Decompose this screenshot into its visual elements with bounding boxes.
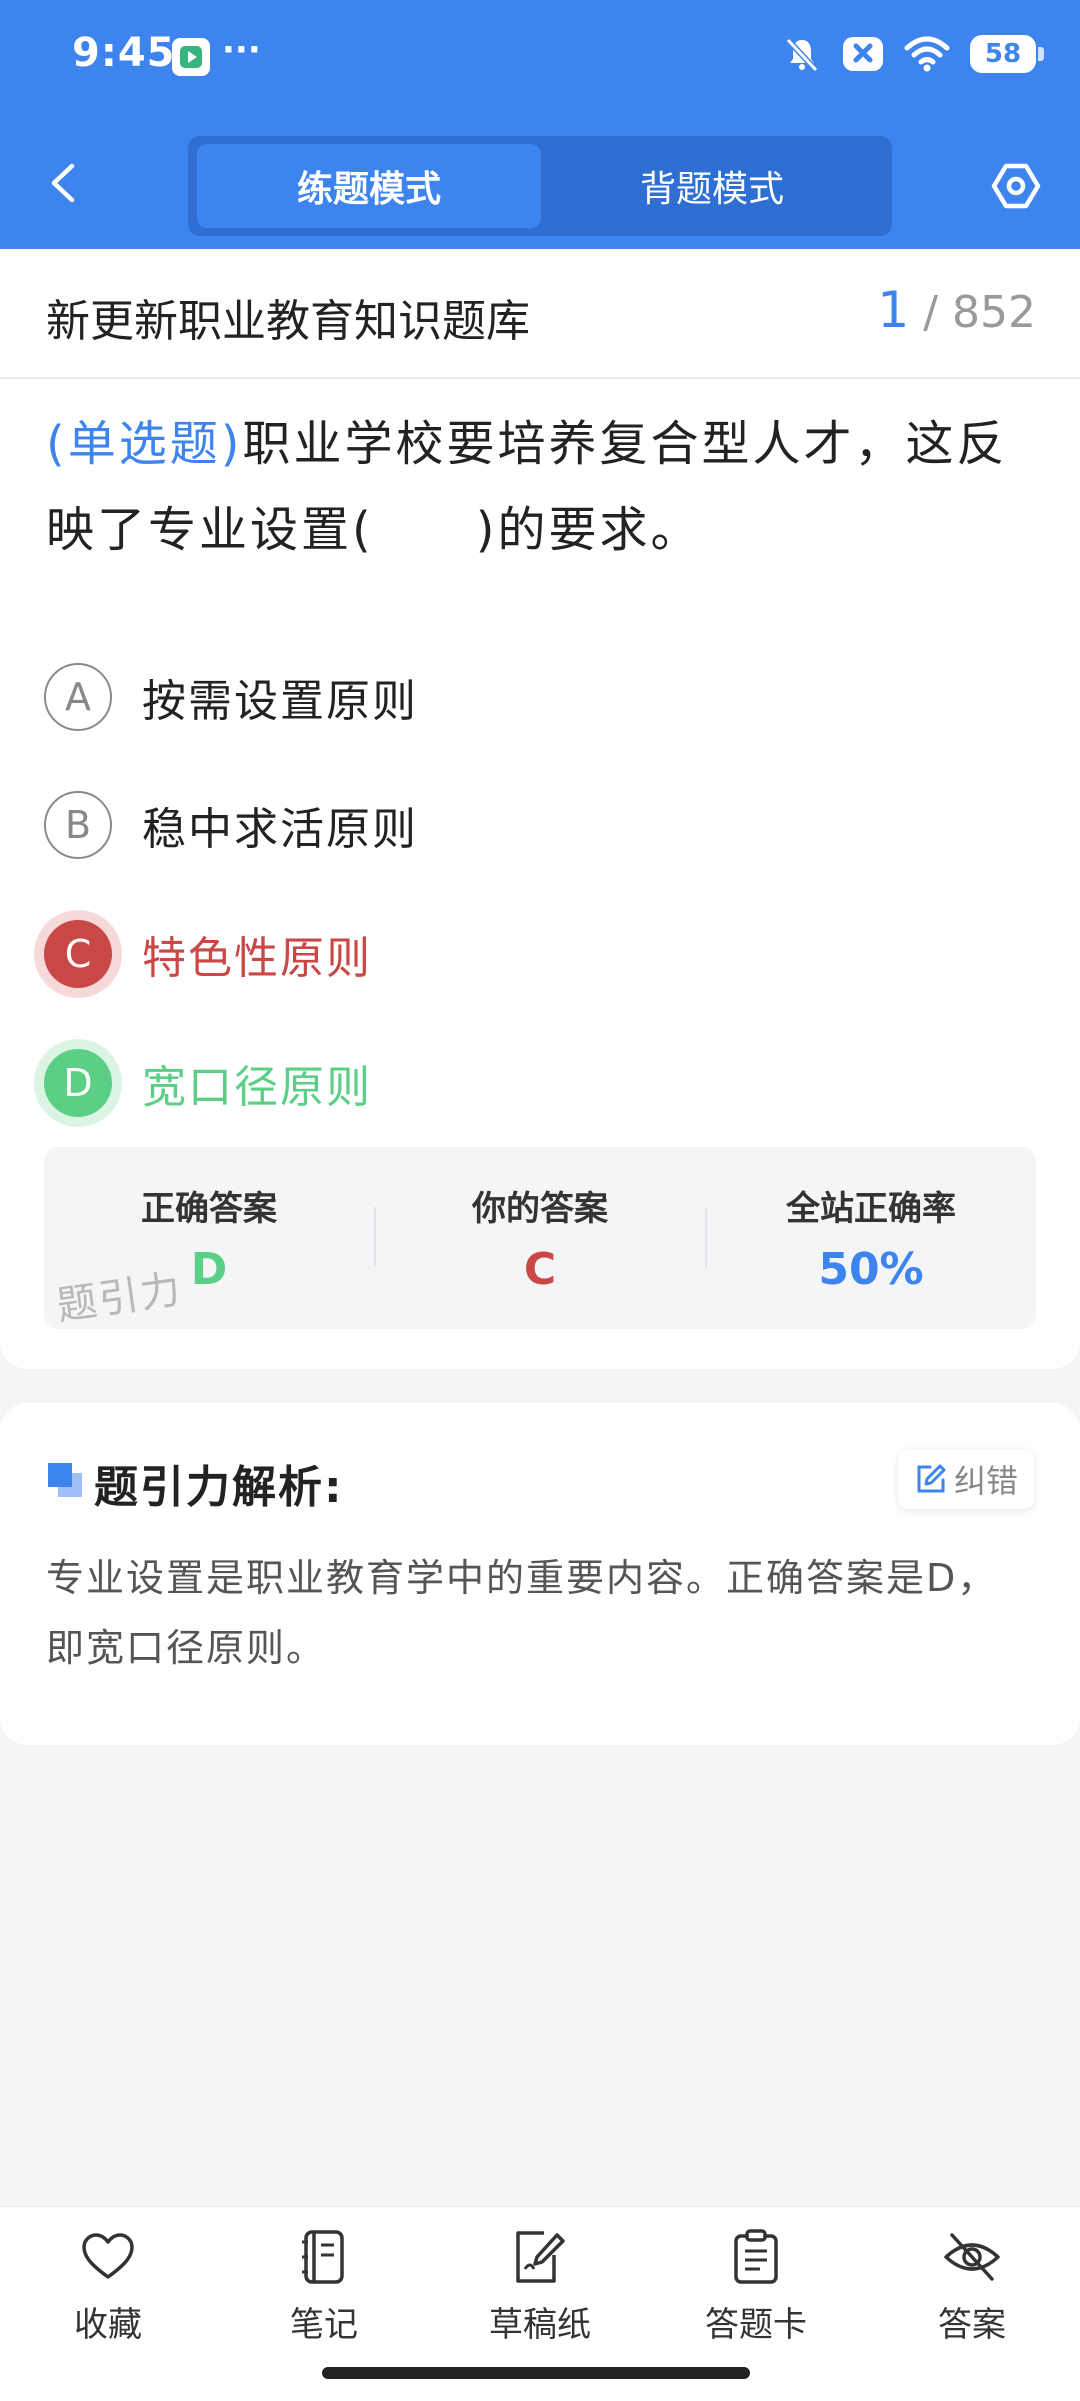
tab-practice-mode[interactable]: 练题模式	[197, 144, 541, 228]
answer-summary: 正确答案 D 你的答案 C 全站正确率 50% 题引力	[44, 1147, 1036, 1329]
draft-paper-label: 草稿纸	[489, 2305, 591, 2345]
show-answer-label: 答案	[938, 2305, 1006, 2345]
tab-recite-mode[interactable]: 背题模式	[540, 144, 884, 228]
option-letter: C	[44, 920, 112, 988]
option-text: 宽口径原则	[142, 1062, 372, 1113]
favorite-button[interactable]: 收藏	[28, 2227, 188, 2346]
mute-bell-icon	[785, 37, 819, 73]
analysis-body: 专业设置是职业教育学中的重要内容。正确答案是D，即宽口径原则。	[46, 1556, 998, 1670]
app-notification-icon	[172, 38, 210, 76]
your-answer-label: 你的答案	[472, 1189, 608, 1229]
notebook-icon	[302, 2230, 344, 2284]
option-letter: B	[44, 791, 112, 859]
option-text: 稳中求活原则	[142, 804, 418, 855]
total-question-count: / 852	[923, 287, 1036, 338]
show-answer-button[interactable]: 答案	[892, 2227, 1052, 2346]
option-text: 特色性原则	[142, 933, 372, 984]
option-a[interactable]: A 按需设置原则	[44, 659, 418, 735]
favorite-label: 收藏	[74, 2305, 142, 2345]
heart-icon	[82, 2233, 134, 2279]
report-error-label: 纠错	[953, 1462, 1018, 1500]
battery-indicator: 58	[970, 35, 1044, 73]
status-time: 9:45	[72, 30, 176, 76]
analysis-squares-icon	[48, 1463, 82, 1497]
option-letter: A	[44, 663, 112, 731]
bank-header: 新更新职业教育知识题库 1 / 852	[0, 249, 1080, 379]
close-box-icon	[843, 37, 883, 71]
wifi-icon	[904, 36, 950, 72]
bank-title: 新更新职业教育知识题库	[46, 296, 530, 347]
accuracy-col: 全站正确率 50%	[706, 1147, 1036, 1329]
accuracy-value: 50%	[818, 1244, 924, 1295]
notes-label: 笔记	[290, 2305, 358, 2345]
analysis-title: 题引力解析:	[94, 1462, 344, 1513]
your-answer-value: C	[523, 1244, 557, 1295]
option-text: 按需设置原则	[142, 676, 418, 727]
notes-button[interactable]: 笔记	[244, 2227, 404, 2346]
mode-switch: 练题模式 背题模式	[188, 136, 892, 236]
home-indicator[interactable]	[322, 2367, 750, 2379]
edit-icon	[917, 1464, 946, 1493]
option-b[interactable]: B 稳中求活原则	[44, 787, 418, 863]
draft-paper-button[interactable]: 草稿纸	[460, 2227, 620, 2346]
app-header: 9:45 ··· 58 练题模式 背题模式	[0, 0, 1080, 249]
back-arrow-icon[interactable]	[42, 160, 88, 206]
settings-hexagon-icon[interactable]	[990, 160, 1042, 212]
question-counter[interactable]: 1 / 852	[877, 281, 1036, 339]
analysis-card: 题引力解析: 纠错 专业设置是职业教育学中的重要内容。正确答案是D，即宽口径原则…	[0, 1403, 1080, 1745]
question-stem: (单选题)职业学校要培养复合型人才，这反映了专业设置( )的要求。	[46, 401, 1036, 573]
report-error-button[interactable]: 纠错	[898, 1449, 1034, 1509]
option-d[interactable]: D 宽口径原则	[44, 1045, 372, 1121]
option-letter: D	[44, 1049, 112, 1117]
question-type: (单选题)	[46, 416, 243, 472]
clipboard-icon	[734, 2229, 778, 2284]
status-icons: 58	[782, 34, 1044, 74]
draft-pen-icon	[516, 2231, 565, 2283]
option-c[interactable]: C 特色性原则	[44, 916, 372, 992]
answer-card-button[interactable]: 答题卡	[676, 2227, 836, 2346]
status-more-dots: ···	[222, 30, 261, 70]
question-card: 新更新职业教育知识题库 1 / 852 (单选题)职业学校要培养复合型人才，这反…	[0, 249, 1080, 1369]
your-answer-col: 你的答案 C	[375, 1147, 705, 1329]
current-question-number: 1	[877, 281, 910, 339]
accuracy-label: 全站正确率	[786, 1189, 956, 1229]
eye-off-icon	[944, 2233, 1000, 2281]
answer-card-label: 答题卡	[705, 2305, 807, 2345]
correct-answer-label: 正确答案	[141, 1189, 277, 1229]
